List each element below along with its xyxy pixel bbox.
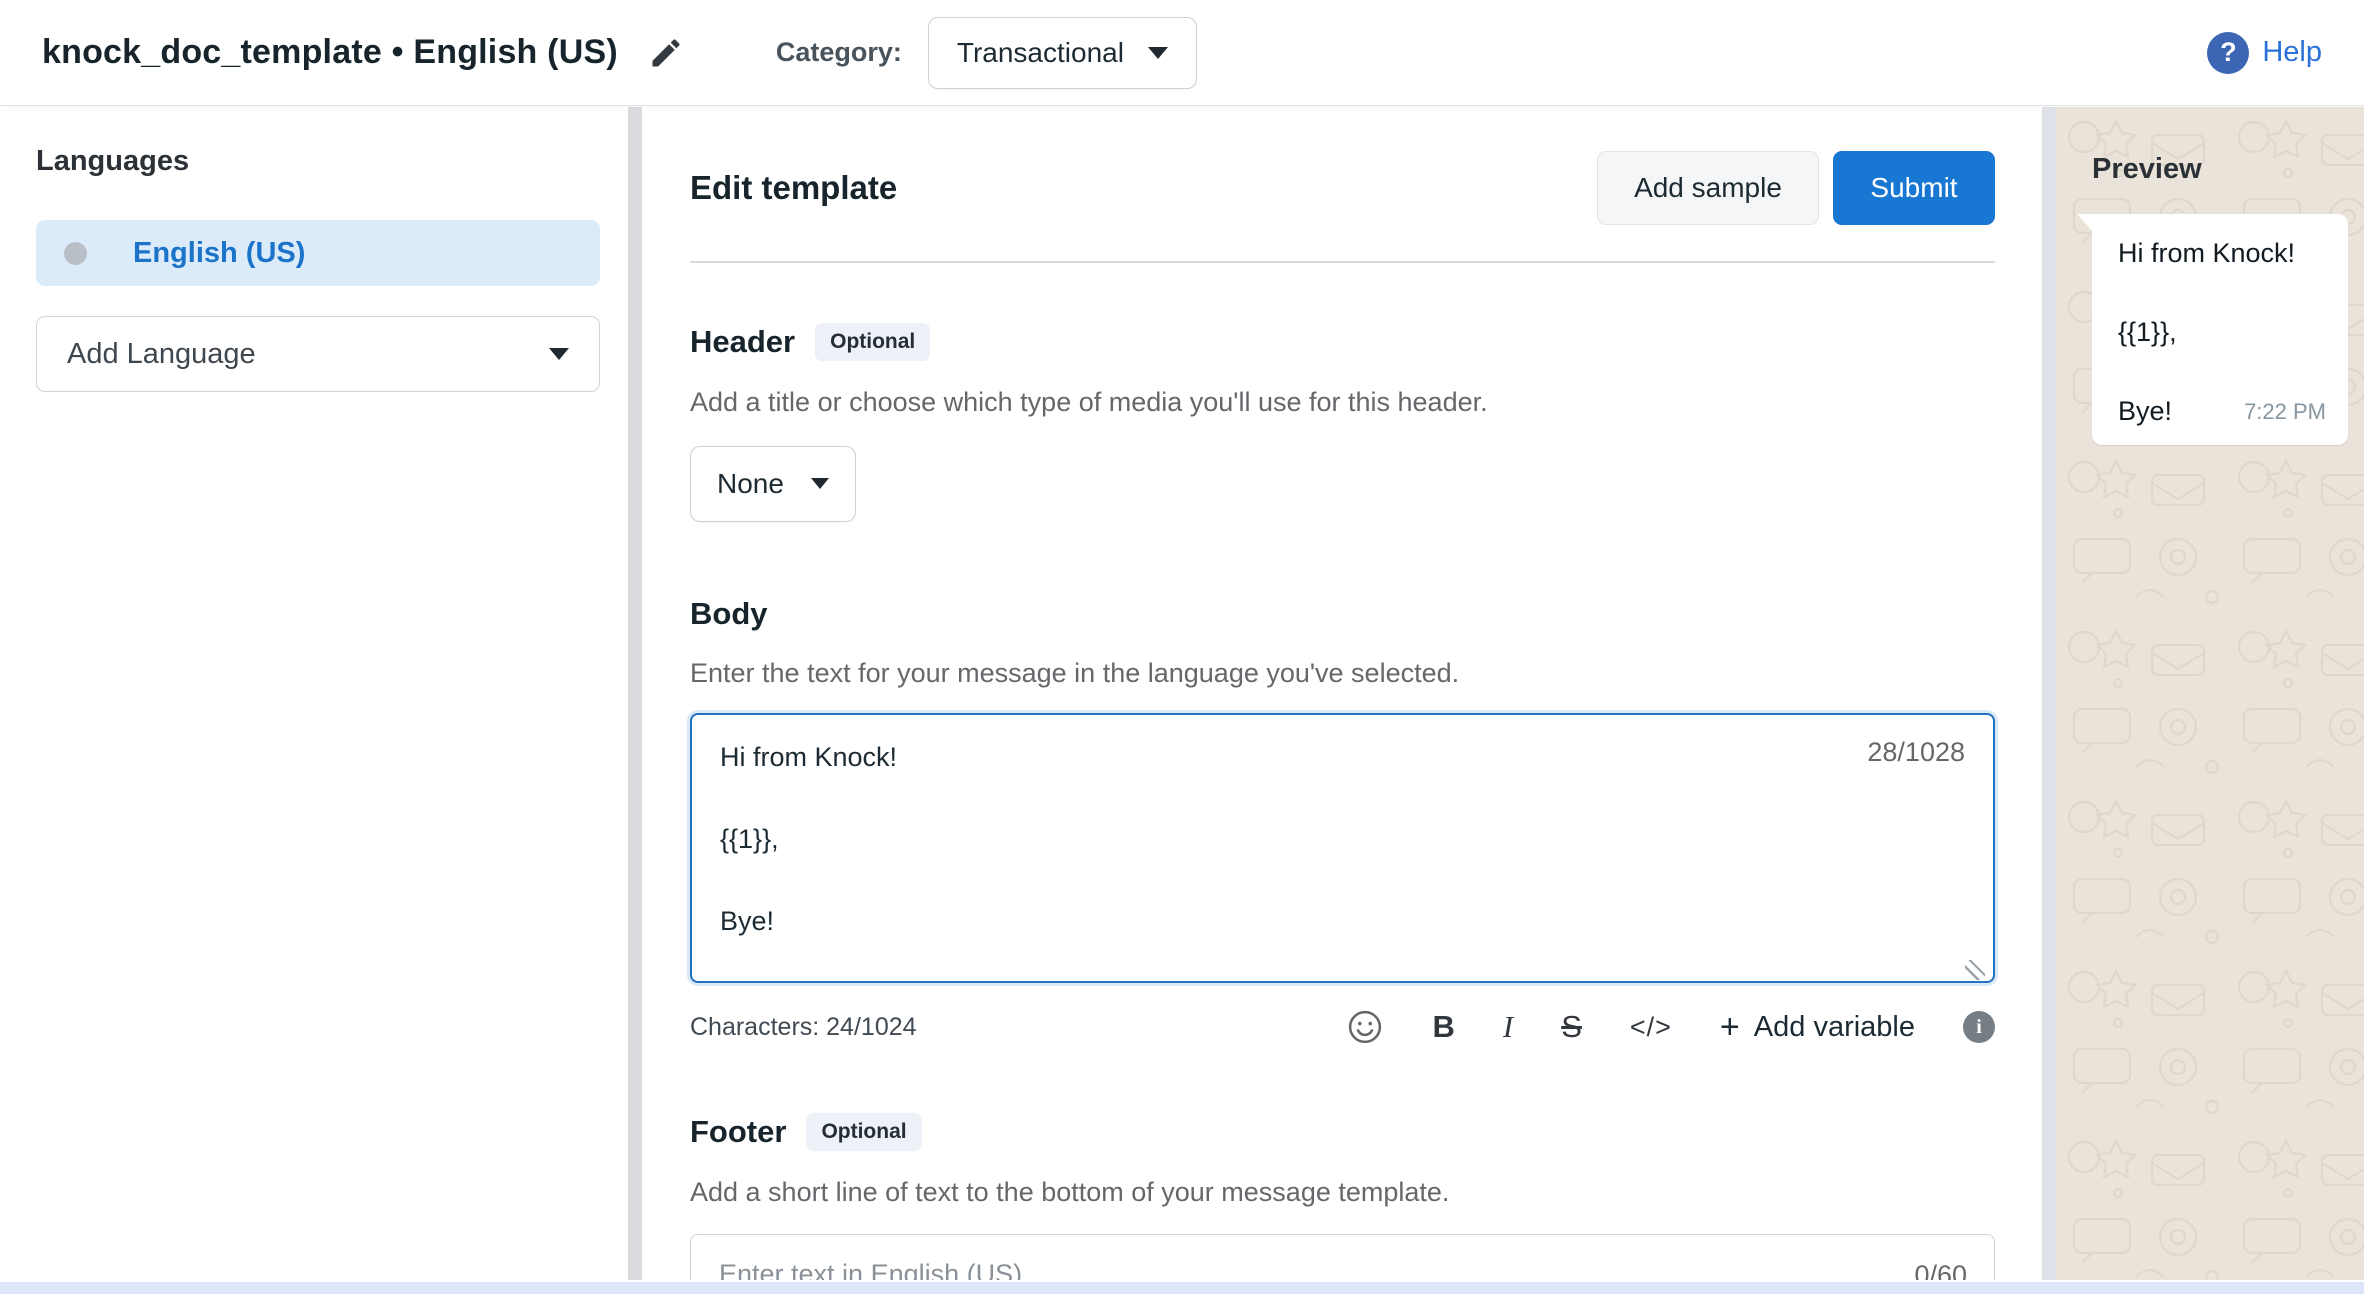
add-variable-label: Add variable — [1754, 1011, 1915, 1044]
edit-title-pencil-icon[interactable] — [648, 35, 684, 71]
preview-heading: Preview — [2092, 153, 2348, 186]
message-bubble: Hi from Knock! {{1}}, Bye! 7:22 PM — [2092, 214, 2348, 445]
languages-sidebar: Languages English (US) Add Language — [0, 107, 628, 1280]
edit-template-title: Edit template — [690, 169, 897, 207]
footer-counter: 0/60 — [1914, 1260, 1967, 1281]
footer-section-title-row: Footer Optional — [690, 1113, 1995, 1151]
info-icon[interactable]: i — [1963, 1011, 1995, 1043]
app-frame: knock_doc_template • English (US) Catego… — [0, 0, 2364, 1280]
header-section-description: Add a title or choose which type of medi… — [690, 387, 1995, 418]
add-variable-button[interactable]: + Add variable — [1720, 1008, 1915, 1047]
textarea-resize-handle[interactable] — [1965, 960, 1985, 980]
plus-icon: + — [1720, 1008, 1740, 1047]
characters-count: Characters: 24/1024 — [690, 1013, 917, 1042]
header-section-title: Header — [690, 324, 795, 360]
edit-template-panel: Edit template Add sample Submit Header O… — [642, 107, 2042, 1280]
chevron-down-icon — [811, 478, 829, 489]
sidebar-item-english-us[interactable]: English (US) — [36, 220, 600, 286]
chevron-down-icon — [549, 348, 569, 360]
body-section-title: Body — [690, 596, 768, 632]
code-icon[interactable]: </> — [1630, 1012, 1672, 1043]
footer-text-input[interactable] — [690, 1234, 1995, 1281]
whatsapp-preview-panel: Preview Hi from Knock! {{1}}, Bye! 7:22 … — [2056, 107, 2364, 1280]
add-sample-button[interactable]: Add sample — [1597, 151, 1819, 225]
add-language-label: Add Language — [67, 338, 256, 371]
italic-icon[interactable]: I — [1503, 1009, 1513, 1045]
header-media-type-select[interactable]: None — [690, 446, 856, 522]
chevron-down-icon — [1148, 47, 1168, 59]
bubble-tail — [2077, 214, 2093, 232]
bubble-line: Bye! — [2118, 396, 2172, 427]
message-timestamp: 7:22 PM — [2244, 399, 2326, 427]
emoji-icon[interactable] — [1346, 1008, 1384, 1046]
content-columns: Languages English (US) Add Language Edit… — [0, 107, 2364, 1280]
category-value: Transactional — [957, 37, 1124, 69]
category-label: Category: — [776, 37, 902, 68]
bold-icon[interactable]: B — [1432, 1009, 1454, 1045]
submit-button[interactable]: Submit — [1833, 151, 1995, 225]
edit-template-header: Edit template Add sample Submit — [690, 151, 1995, 225]
header-media-type-value: None — [717, 468, 784, 500]
category-select[interactable]: Transactional — [928, 17, 1197, 89]
language-status-dot-icon — [64, 242, 87, 265]
body-text-input[interactable]: Hi from Knock! {{1}}, Bye! — [690, 713, 1995, 983]
add-language-select[interactable]: Add Language — [36, 316, 600, 392]
body-section-title-row: Body — [690, 596, 1995, 632]
bubble-last-row: Bye! 7:22 PM — [2118, 396, 2326, 427]
footer-section-description: Add a short line of text to the bottom o… — [690, 1177, 1995, 1208]
help-link[interactable]: ? Help — [2207, 32, 2322, 74]
body-section-description: Enter the text for your message in the l… — [690, 658, 1995, 689]
header-buttons: Add sample Submit — [1597, 151, 1995, 225]
preview-scrollbar[interactable] — [2042, 107, 2056, 1280]
help-icon: ? — [2207, 32, 2249, 74]
page-bottom-strip — [0, 1280, 2364, 1294]
header-section-title-row: Header Optional — [690, 323, 1995, 361]
body-toolbar: Characters: 24/1024 B I S — [690, 1008, 1995, 1047]
preview-content: Preview Hi from Knock! {{1}}, Bye! 7:22 … — [2056, 107, 2364, 445]
bubble-line: {{1}}, — [2118, 317, 2326, 348]
footer-input-wrap: 0/60 — [690, 1234, 1995, 1281]
formatting-tools: B I S </> + Add variable i — [1346, 1008, 1995, 1047]
strikethrough-icon[interactable]: S — [1561, 1009, 1582, 1045]
bubble-line: Hi from Knock! — [2118, 238, 2326, 269]
top-bar: knock_doc_template • English (US) Catego… — [0, 0, 2364, 106]
template-title: knock_doc_template • English (US) — [42, 33, 618, 72]
template-editor-window: knock_doc_template • English (US) Catego… — [0, 0, 2364, 1294]
sidebar-divider — [628, 107, 642, 1280]
body-counter: 28/1028 — [1867, 737, 1965, 768]
optional-badge: Optional — [815, 323, 930, 361]
optional-badge: Optional — [806, 1113, 921, 1151]
languages-heading: Languages — [36, 145, 600, 178]
section-divider — [690, 261, 1995, 263]
footer-section-title: Footer — [690, 1114, 786, 1150]
language-label: English (US) — [133, 237, 305, 270]
help-label: Help — [2262, 36, 2322, 69]
body-textarea-wrap: Hi from Knock! {{1}}, Bye! 28/1028 — [690, 713, 1995, 988]
